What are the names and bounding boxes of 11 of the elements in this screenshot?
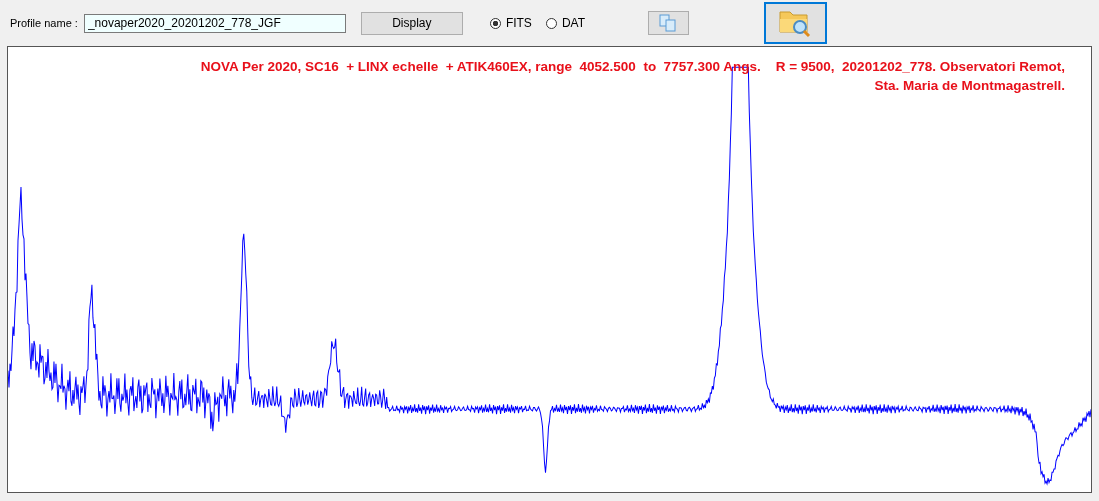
plot-title: NOVA Per 2020, SC16 + LINX echelle + ATIK460EX, range 4052.500 to 7757.300 Angs. R = 9500, 20201202_778. Observatori Remot, — [200, 58, 1065, 76]
folder-search-icon — [778, 8, 813, 38]
plot-title: Sta. Maria de Montmagastrell. — [874, 77, 1065, 95]
display-button[interactable]: Display — [360, 11, 463, 35]
format-radio[interactable]: DAT — [545, 16, 585, 30]
browse-button[interactable] — [764, 2, 827, 44]
profile-name-label: Profile name : — [10, 17, 78, 29]
copy-button[interactable] — [648, 11, 689, 35]
pages-icon — [658, 14, 679, 32]
profile-name-field[interactable]: _novaper2020_20201202_778_JGF — [83, 13, 346, 33]
format-radio[interactable]: FITS — [489, 16, 532, 30]
